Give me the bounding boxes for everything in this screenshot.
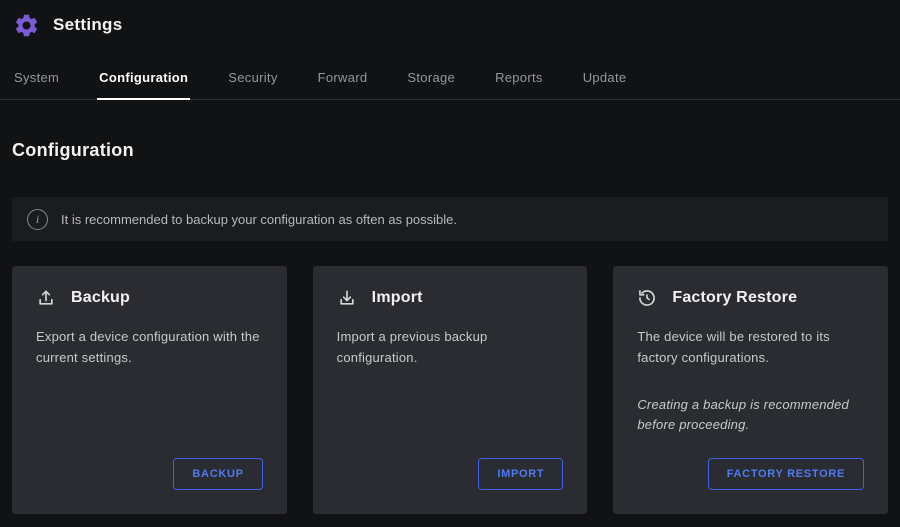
- app-header: Settings: [0, 0, 900, 39]
- backup-card-header: Backup: [36, 288, 263, 308]
- app-title: Settings: [53, 15, 122, 35]
- import-card-title: Import: [372, 289, 423, 307]
- factory-restore-card-note: Creating a backup is recommended before …: [637, 395, 864, 437]
- download-icon: [337, 288, 357, 308]
- tab-security[interactable]: Security: [226, 61, 279, 99]
- tab-reports[interactable]: Reports: [493, 61, 545, 99]
- import-card: Import Import a previous backup configur…: [313, 266, 588, 514]
- page-title: Configuration: [12, 140, 888, 161]
- tab-storage[interactable]: Storage: [405, 61, 457, 99]
- import-button[interactable]: IMPORT: [478, 458, 563, 490]
- tab-system[interactable]: System: [12, 61, 61, 99]
- upload-icon: [36, 288, 56, 308]
- tab-bar: System Configuration Security Forward St…: [0, 61, 900, 100]
- tab-configuration[interactable]: Configuration: [97, 61, 190, 100]
- info-banner: i It is recommended to backup your confi…: [12, 197, 888, 241]
- import-card-body: Import a previous backup configuration.: [337, 327, 564, 369]
- restore-icon: [637, 288, 657, 308]
- backup-button[interactable]: BACKUP: [173, 458, 262, 490]
- factory-restore-card-body: The device will be restored to its facto…: [637, 327, 864, 369]
- backup-card: Backup Export a device configuration wit…: [12, 266, 287, 514]
- configuration-panel: Configuration i It is recommended to bac…: [0, 140, 900, 514]
- tab-update[interactable]: Update: [581, 61, 629, 99]
- card-row: Backup Export a device configuration wit…: [12, 266, 888, 514]
- factory-restore-card-header: Factory Restore: [637, 288, 864, 308]
- import-card-header: Import: [337, 288, 564, 308]
- gear-icon: [12, 11, 40, 39]
- backup-card-title: Backup: [71, 289, 130, 307]
- tab-forward[interactable]: Forward: [316, 61, 370, 99]
- info-icon: i: [27, 209, 48, 230]
- backup-card-body: Export a device configuration with the c…: [36, 327, 263, 369]
- factory-restore-card-title: Factory Restore: [672, 289, 797, 307]
- factory-restore-card: Factory Restore The device will be resto…: [613, 266, 888, 514]
- factory-restore-button[interactable]: FACTORY RESTORE: [708, 458, 864, 490]
- info-banner-text: It is recommended to backup your configu…: [61, 212, 457, 227]
